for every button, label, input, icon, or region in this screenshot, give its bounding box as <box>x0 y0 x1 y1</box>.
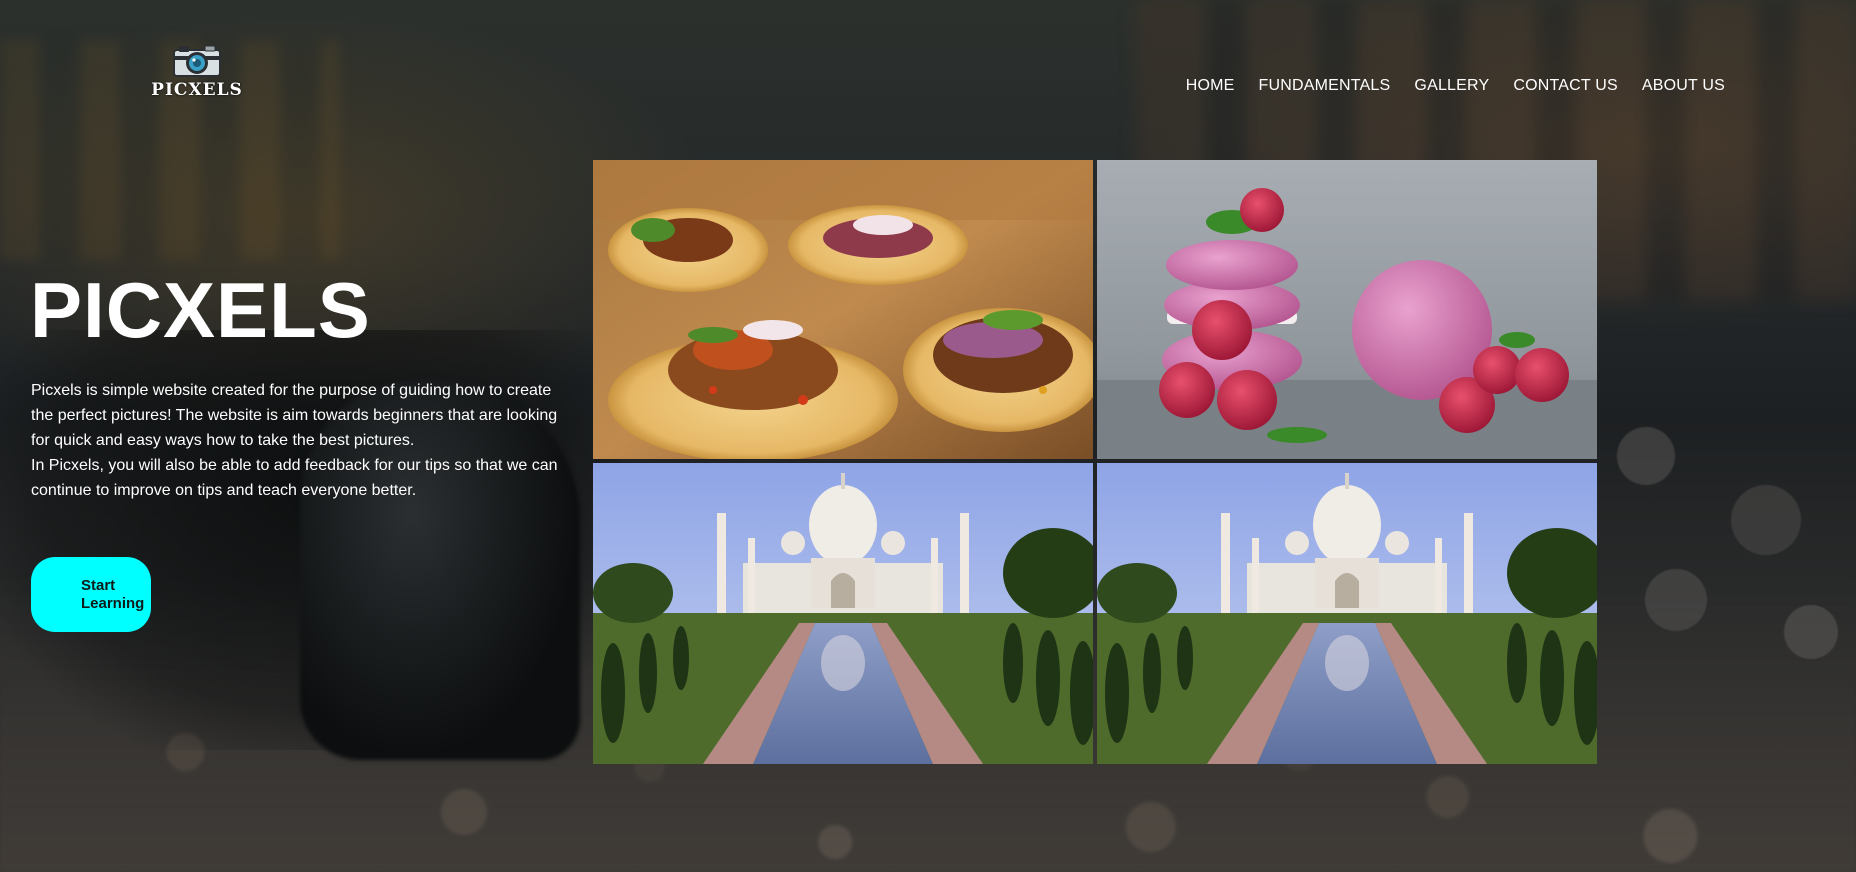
taj-mahal-photo[interactable] <box>1097 463 1597 764</box>
logo-text: PICXELS <box>151 80 243 100</box>
start-learning-label-line2: Learning <box>81 594 145 612</box>
hero-description-line: In Picxels, you will also be able to add… <box>31 457 558 499</box>
gallery-grid <box>593 160 1597 764</box>
hero-description-line: Picxels is simple website created for th… <box>31 382 558 449</box>
camera-icon <box>171 44 223 78</box>
tacos-photo[interactable] <box>593 160 1093 459</box>
nav-contact-us[interactable]: CONTACT US <box>1513 77 1618 95</box>
hero-description: Picxels is simple website created for th… <box>31 378 566 503</box>
start-learning-label-line1: Start <box>81 576 116 594</box>
nav-gallery[interactable]: GALLERY <box>1414 77 1489 95</box>
raspberry-macarons-photo[interactable] <box>1097 160 1597 459</box>
start-learning-button[interactable]: Start Learning <box>31 557 151 632</box>
main-nav: HOME FUNDAMENTALS GALLERY CONTACT US ABO… <box>1186 77 1725 95</box>
hero-title: PICXELS <box>30 266 371 354</box>
nav-home[interactable]: HOME <box>1186 77 1235 95</box>
taj-mahal-photo[interactable] <box>593 463 1093 764</box>
site-logo[interactable]: PICXELS <box>149 44 245 100</box>
nav-about-us[interactable]: ABOUT US <box>1642 77 1725 95</box>
nav-fundamentals[interactable]: FUNDAMENTALS <box>1259 77 1391 95</box>
